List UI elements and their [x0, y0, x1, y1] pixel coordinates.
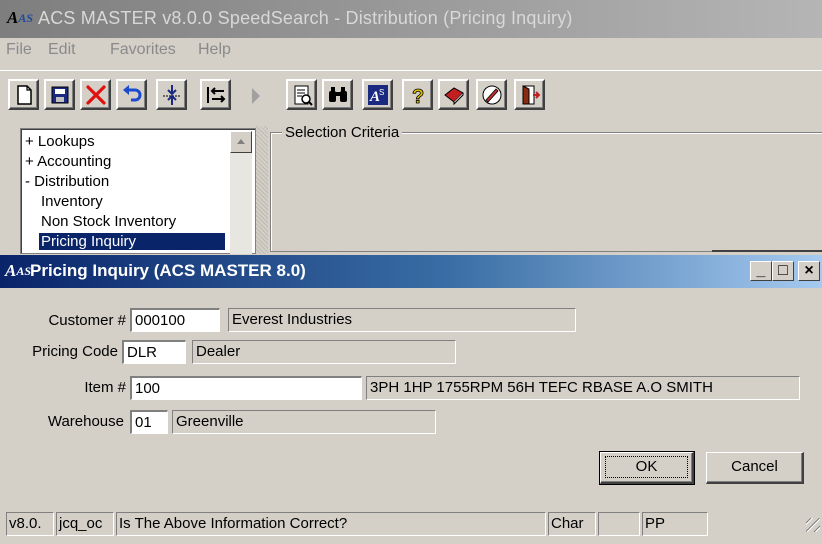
- tree-scrollbar[interactable]: [230, 131, 252, 254]
- dialog-title-bar[interactable]: AAS Pricing Inquiry (ACS MASTER 8.0) _ □…: [0, 255, 822, 288]
- exit-button[interactable]: [514, 79, 545, 110]
- svg-text:S: S: [379, 88, 384, 97]
- save-button[interactable]: [44, 79, 75, 110]
- menu-bar: File Edit Favorites Help: [0, 38, 822, 66]
- customer-number-input[interactable]: 000100: [130, 308, 220, 332]
- report-icon: [294, 85, 313, 106]
- play-button[interactable]: [246, 85, 266, 110]
- exit-icon: [522, 85, 541, 105]
- svg-text:?: ?: [412, 86, 424, 107]
- pricing-code-description: Dealer: [192, 340, 456, 364]
- status-blank: [598, 512, 640, 536]
- warehouse-name-display: Greenville: [172, 410, 436, 434]
- edit-icon: [482, 85, 502, 105]
- selection-criteria-group: [270, 132, 822, 252]
- main-window-title: ACS MASTER v8.0.0 SpeedSearch - Distribu…: [38, 8, 573, 28]
- help-button[interactable]: ?: [402, 79, 433, 110]
- customer-name-display: Everest Industries: [228, 308, 576, 332]
- status-message: Is The Above Information Correct?: [116, 512, 546, 536]
- pricing-inquiry-dialog: Customer # 000100 Everest Industries Pri…: [0, 288, 822, 510]
- swap-icon: [207, 87, 226, 103]
- find-button[interactable]: [322, 79, 353, 110]
- notes-icon: [444, 87, 464, 106]
- status-tag: PP: [642, 512, 708, 536]
- scroll-up-button[interactable]: [230, 131, 252, 153]
- new-button[interactable]: [8, 79, 39, 110]
- close-button[interactable]: ×: [798, 261, 820, 281]
- undo-icon: [123, 85, 142, 102]
- dialog-logo-icon: AAS: [4, 261, 32, 280]
- item-number-input[interactable]: 100: [130, 376, 362, 400]
- delete-icon: [86, 85, 106, 105]
- notes-button[interactable]: [438, 79, 469, 110]
- status-bar: v8.0. jcq_oc Is The Above Information Co…: [0, 510, 822, 544]
- tree-item-distribution[interactable]: - Distribution: [25, 173, 109, 190]
- menu-help[interactable]: Help: [198, 41, 231, 59]
- tree-item-lookups[interactable]: + Lookups: [25, 133, 95, 150]
- customer-label: Customer #: [48, 312, 126, 329]
- warehouse-input[interactable]: 01: [130, 410, 168, 434]
- binoculars-icon: [329, 87, 347, 102]
- item-description: 3PH 1HP 1755RPM 56H TEFC RBASE A.O SMITH: [366, 376, 800, 400]
- main-title-bar[interactable]: AAS ACS MASTER v8.0.0 SpeedSearch - Dist…: [0, 0, 822, 38]
- resize-grip-icon[interactable]: [806, 518, 820, 532]
- item-label: Item #: [84, 379, 126, 396]
- minimize-button[interactable]: _: [750, 261, 772, 281]
- status-version: v8.0.: [6, 512, 54, 536]
- save-icon: [51, 86, 69, 104]
- acs-logo-icon: AS: [368, 85, 388, 105]
- tree-item-accounting[interactable]: + Accounting: [25, 153, 111, 170]
- tree-item-non-stock-inventory[interactable]: Non Stock Inventory: [41, 213, 176, 230]
- navigation-tree[interactable]: + Lookups + Accounting - Distribution In…: [20, 128, 256, 254]
- divider: [712, 250, 822, 254]
- ok-button[interactable]: OK: [599, 451, 695, 485]
- app-logo-icon: AAS: [6, 8, 34, 27]
- tree-item-pricing-inquiry[interactable]: Pricing Inquiry: [39, 233, 225, 250]
- maximize-button[interactable]: □: [772, 261, 794, 281]
- ok-button-label: OK: [604, 456, 689, 478]
- menu-favorites[interactable]: Favorites: [110, 41, 176, 59]
- toolbar: AS ?: [0, 70, 822, 120]
- warehouse-label: Warehouse: [47, 413, 124, 430]
- pricing-code-label: Pricing Code: [32, 343, 118, 360]
- selection-criteria-label: Selection Criteria: [282, 124, 403, 141]
- insert-button[interactable]: [156, 79, 187, 110]
- help-icon: ?: [412, 86, 425, 107]
- play-icon: [252, 88, 260, 104]
- status-user: jcq_oc: [56, 512, 114, 536]
- tree-item-inventory[interactable]: Inventory: [41, 193, 103, 210]
- splitter[interactable]: [256, 126, 268, 254]
- swap-button[interactable]: [200, 79, 231, 110]
- delete-button[interactable]: [80, 79, 111, 110]
- status-mode: Char: [548, 512, 596, 536]
- dialog-title: Pricing Inquiry (ACS MASTER 8.0): [30, 261, 306, 280]
- pricing-code-input[interactable]: DLR: [122, 340, 186, 364]
- edit-button[interactable]: [476, 79, 507, 110]
- acs-button[interactable]: AS: [362, 79, 393, 110]
- menu-edit[interactable]: Edit: [48, 41, 76, 59]
- report-button[interactable]: [286, 79, 317, 110]
- menu-file[interactable]: File: [6, 41, 32, 59]
- cancel-button[interactable]: Cancel: [706, 452, 804, 484]
- insert-icon: [163, 85, 181, 105]
- undo-button[interactable]: [116, 79, 147, 110]
- new-icon: [17, 85, 32, 105]
